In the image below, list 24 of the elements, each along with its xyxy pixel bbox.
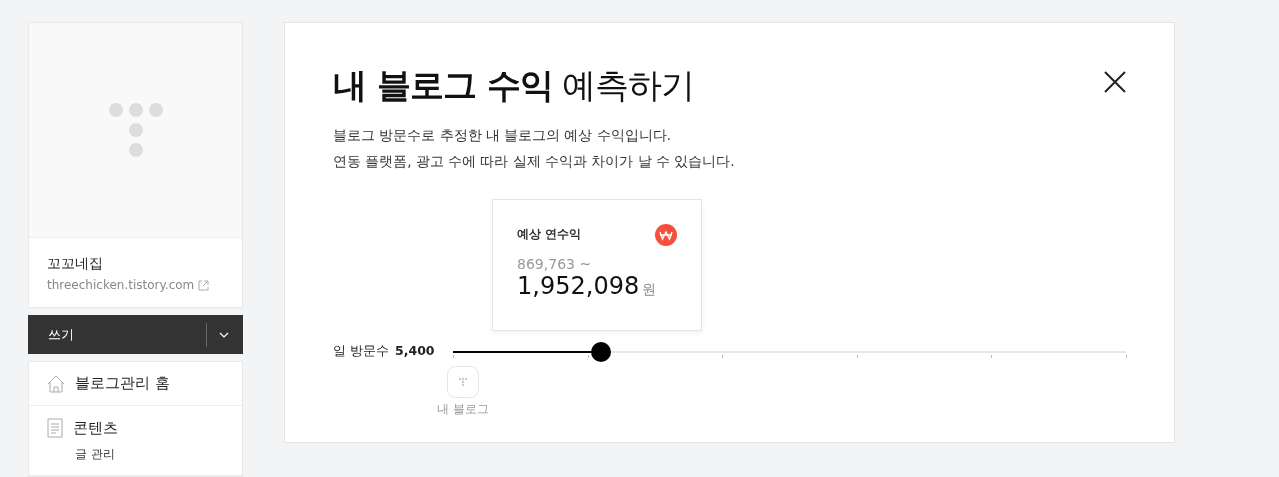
home-icon [47,374,65,393]
visit-count: 5,400 [395,343,435,360]
chevron-down-icon[interactable] [219,331,229,338]
write-button[interactable]: 쓰기 [28,315,243,354]
logo-icon [107,102,164,158]
blog-marker-icon [446,365,479,398]
estimate-label: 예상 연수익 [517,226,582,243]
blog-url[interactable]: threechicken.tistory.com [47,278,195,292]
estimate-low: 869,763 ~ [517,255,593,272]
slider-label: 일 방문수 [333,343,389,360]
modal-title: 내 블로그 수익 예측하기 [333,64,695,107]
close-icon[interactable] [1104,71,1126,93]
blog-name: 꼬꼬네집 [47,255,104,273]
slider-thumb[interactable] [591,341,612,362]
currency-unit: 원 [642,280,657,299]
won-icon [655,223,678,246]
description-text: 블로그 방문수로 추정한 내 블로그의 예상 수익입니다. [333,127,673,145]
description-text: 연동 플랫폼, 광고 수에 따라 실제 수익과 차이가 날 수 있습니다. [333,153,736,171]
menu-item[interactable]: 콘텐츠 [73,418,118,438]
menu-item[interactable]: 블로그관리 홈 [75,374,170,393]
document-icon [47,418,63,438]
submenu-item[interactable]: 글 관리 [75,446,224,463]
estimate-high: 1,952,098 [517,271,640,300]
marker-label: 내 블로그 [437,401,489,417]
